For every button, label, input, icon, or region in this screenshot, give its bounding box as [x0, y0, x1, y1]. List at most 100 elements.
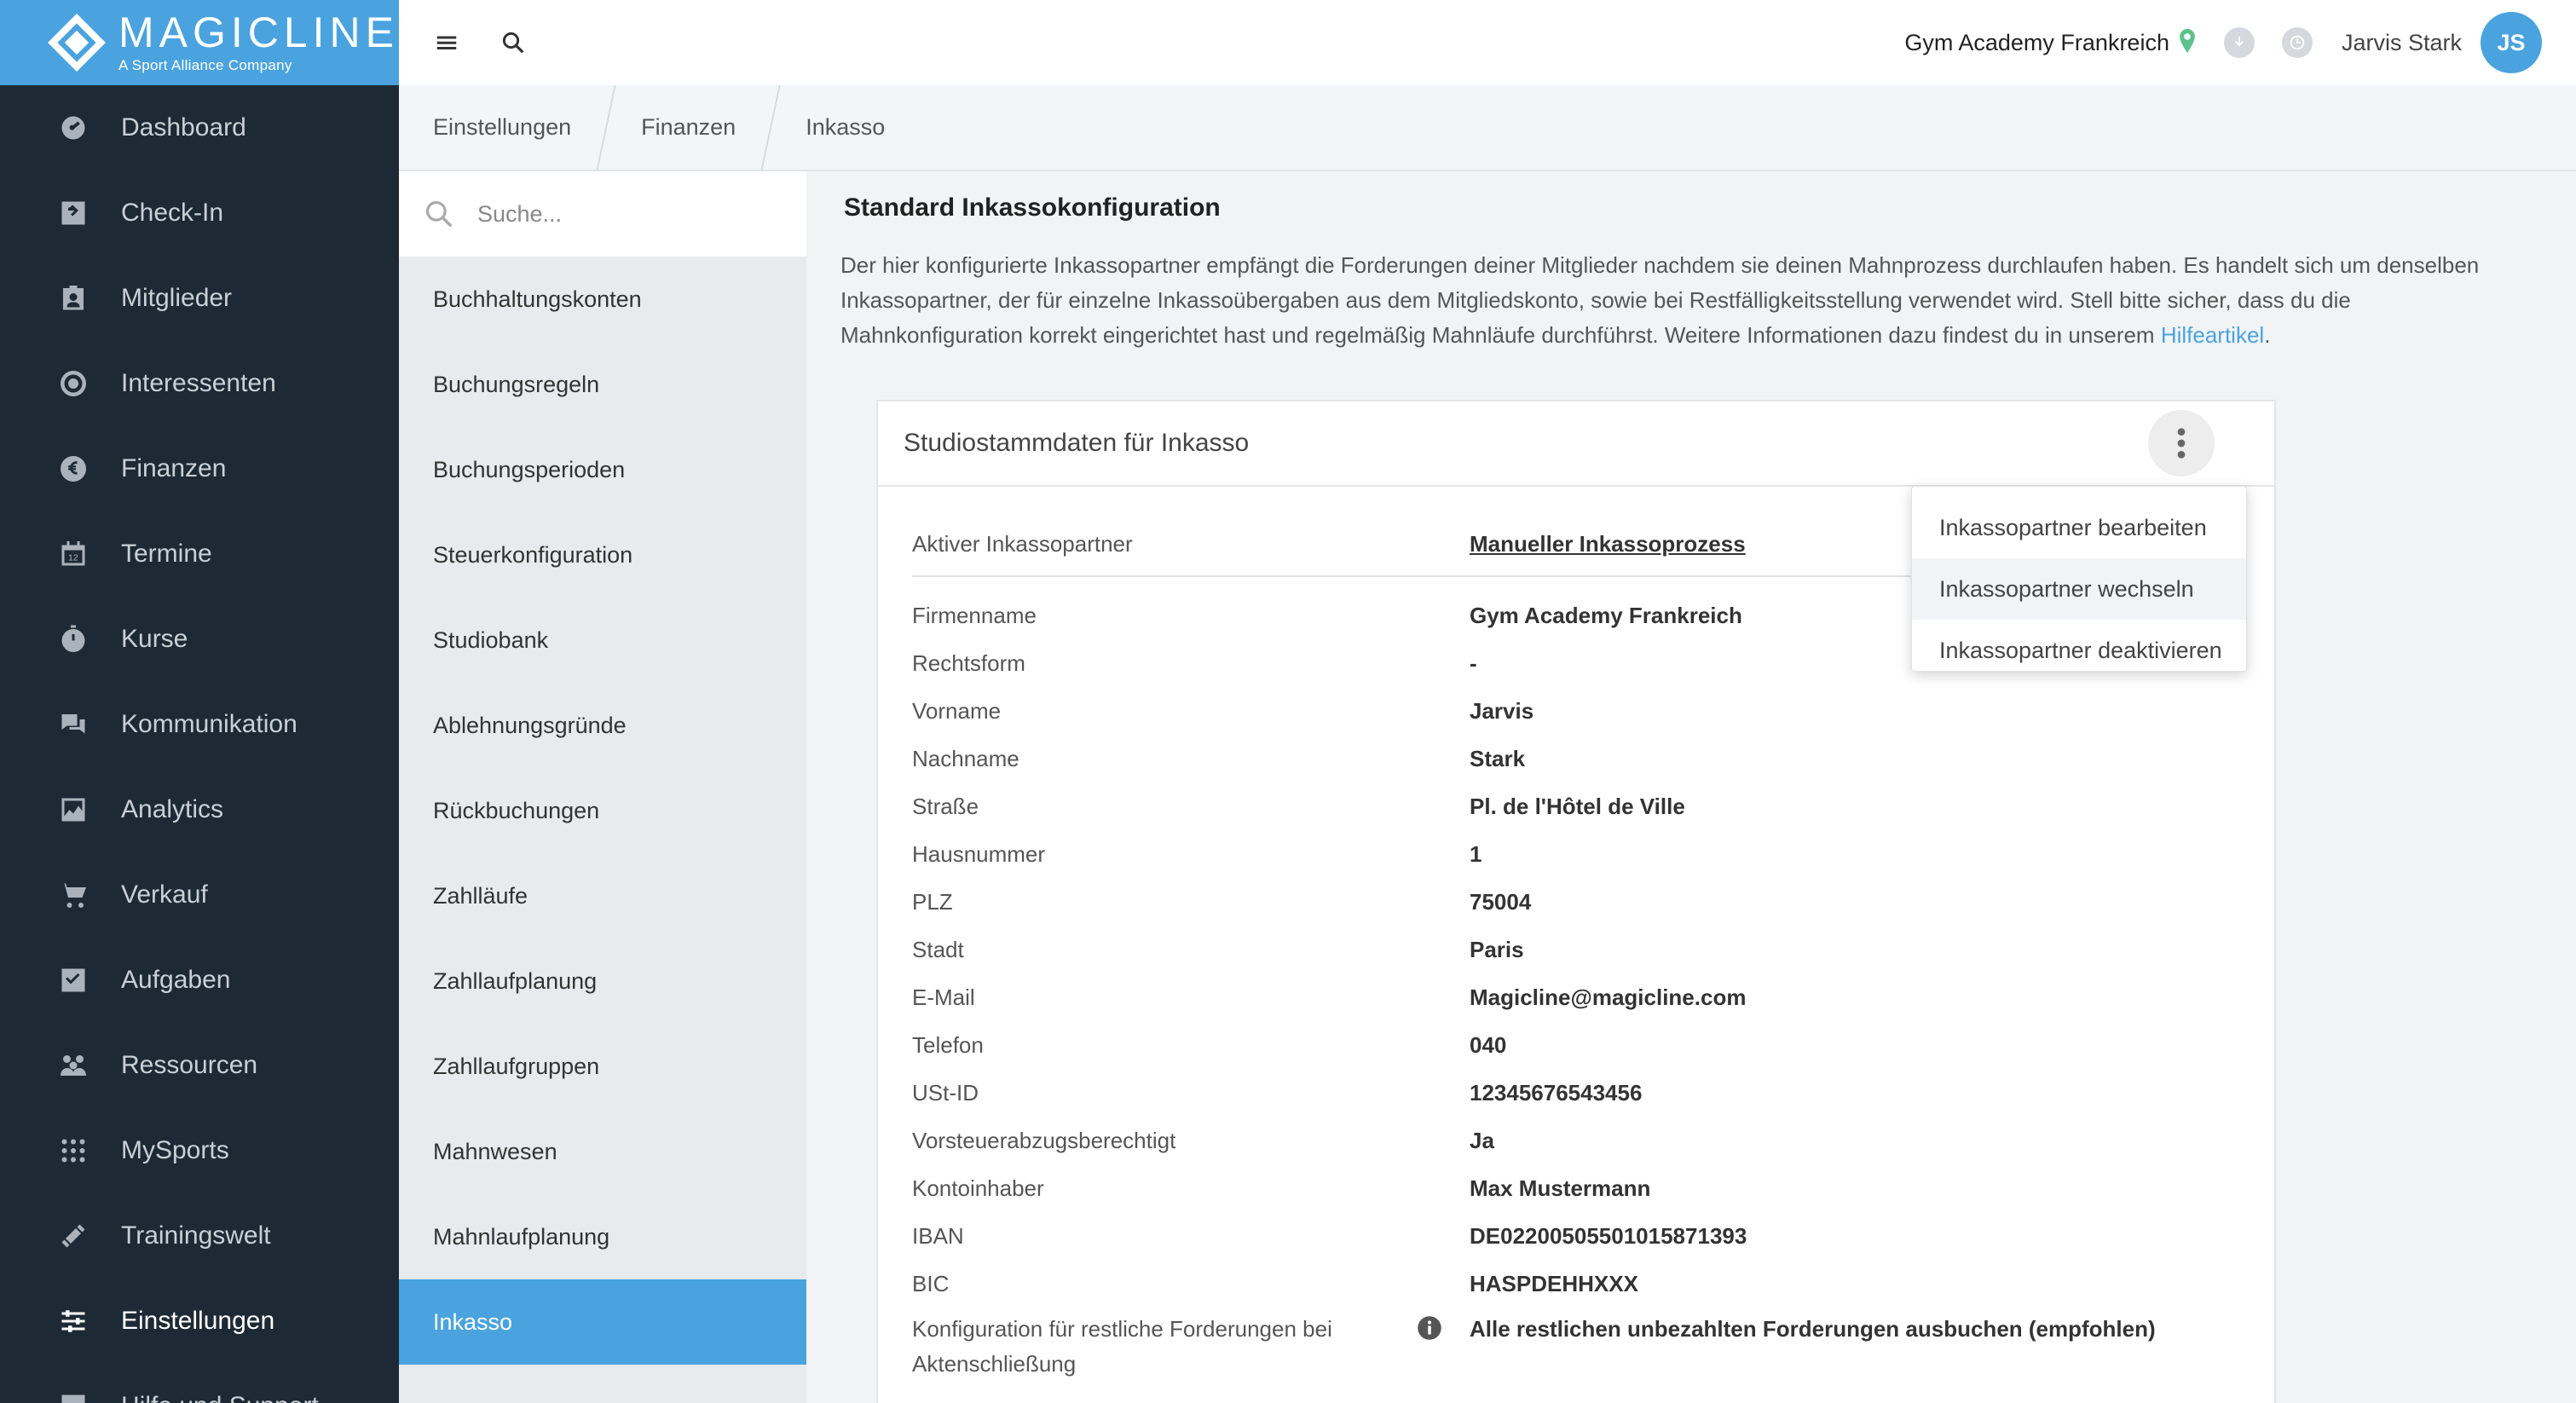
- sidebar-item-label: Termine: [121, 540, 212, 568]
- field-row: Straße Pl. de l'Hôtel de Ville: [912, 785, 2242, 833]
- field-label: Konfiguration für restliche Forderungen …: [912, 1316, 1332, 1377]
- subnav-item-mahnlaufplanung[interactable]: Mahnlaufplanung: [399, 1194, 806, 1279]
- subnav-item-zahllaufgruppen[interactable]: Zahllaufgruppen: [399, 1024, 806, 1109]
- sidebar-item-termine[interactable]: 12 Termine: [0, 511, 399, 597]
- field-label: Stadt: [912, 937, 964, 962]
- subnav-item-studiobank[interactable]: Studiobank: [399, 598, 806, 683]
- subnav-item-buchungsperioden[interactable]: Buchungsperioden: [399, 427, 806, 512]
- sidebar-item-check-in[interactable]: Check-In: [0, 170, 399, 256]
- sidebar-item-label: Trainingswelt: [121, 1221, 271, 1250]
- sidebar-item-analytics[interactable]: Analytics: [0, 767, 399, 852]
- field-value: Max Mustermann: [1470, 1175, 1651, 1201]
- field-label: Hausnummer: [912, 841, 1046, 867]
- sidebar-item-einstellungen[interactable]: Einstellungen: [0, 1279, 399, 1364]
- subnav-item-buchhaltungskonten[interactable]: Buchhaltungskonten: [399, 257, 806, 342]
- avatar[interactable]: JS: [2481, 12, 2542, 73]
- subnav-item-buchungsregeln[interactable]: Buchungsregeln: [399, 342, 806, 427]
- subnav-item-zahllaufplanung[interactable]: Zahllaufplanung: [399, 938, 806, 1024]
- sidebar-item-interessenten[interactable]: Interessenten: [0, 341, 399, 426]
- sidebar-item-label: Aufgaben: [121, 966, 231, 994]
- field-label: Straße: [912, 794, 979, 819]
- field-row: PLZ 75004: [912, 880, 2242, 928]
- sidebar-item-label: Analytics: [121, 795, 224, 823]
- field-label: IBAN: [912, 1223, 964, 1249]
- subnav-item-mahnwesen[interactable]: Mahnwesen: [399, 1109, 806, 1194]
- user-name[interactable]: Jarvis Stark: [2342, 30, 2462, 56]
- field-value: Paris: [1470, 937, 1524, 962]
- sidebar-item-kurse[interactable]: Kurse: [0, 597, 399, 682]
- field-value: 040: [1470, 1032, 1507, 1058]
- sidebar-item-finanzen[interactable]: Finanzen: [0, 426, 399, 511]
- field-value: Alle restlichen unbezahlten Forderungen …: [1470, 1316, 2156, 1342]
- menu-item-edit-partner[interactable]: Inkassopartner bearbeiten: [1912, 497, 2246, 558]
- page-title: Standard Inkassokonfiguration: [844, 193, 1221, 222]
- field-label: BIC: [912, 1271, 950, 1296]
- search-input[interactable]: [477, 200, 784, 228]
- field-label: Vorsteuerabzugsberechtigt: [912, 1128, 1176, 1153]
- sidebar-item-aufgaben[interactable]: Aufgaben: [0, 938, 399, 1023]
- sidebar-item-verkauf[interactable]: Verkauf: [0, 852, 399, 938]
- breadcrumb-einstellungen[interactable]: Einstellungen: [399, 85, 605, 170]
- subnav-item-zahllaeufe[interactable]: Zahlläufe: [399, 853, 806, 938]
- field-label: Rechtsform: [912, 650, 1025, 676]
- sidebar-item-label: Einstellungen: [121, 1307, 275, 1335]
- menu-item-switch-partner[interactable]: Inkassopartner wechseln: [1912, 558, 2246, 620]
- prospects-icon: [56, 367, 90, 401]
- download-icon[interactable]: [2223, 27, 2255, 58]
- field-label: Vorname: [912, 698, 1002, 724]
- field-row: Vorsteuerabzugsberechtigt Ja: [912, 1119, 2242, 1167]
- breadcrumb-inkasso: Inkasso: [806, 114, 886, 140]
- sidebar-item-kommunikation[interactable]: Kommunikation: [0, 682, 399, 767]
- field-row: Stadt Paris: [912, 928, 2242, 976]
- info-icon[interactable]: [1417, 1315, 1442, 1341]
- sidebar-item-mysports[interactable]: MySports: [0, 1108, 399, 1193]
- active-partner-link[interactable]: Manueller Inkassoprozess: [1470, 531, 1746, 557]
- dots-grid-icon: [56, 1134, 90, 1168]
- sidebar-item-dashboard[interactable]: Dashboard: [0, 85, 399, 170]
- field-label: PLZ: [912, 889, 953, 915]
- calendar-icon: 12: [56, 537, 90, 571]
- field-label: Aktiver Inkassopartner: [912, 530, 1133, 557]
- sidebar-item-label: Ressourcen: [121, 1051, 258, 1079]
- main-sidebar: MAGICLINE A Sport Alliance Company Dashb…: [0, 0, 399, 1403]
- field-row: IBAN DE02200505501015871393: [912, 1215, 2242, 1262]
- subnav-search: [399, 171, 806, 257]
- sidebar-item-label: Mitglieder: [121, 284, 233, 312]
- sidebar-item-trainingswelt[interactable]: Trainingswelt: [0, 1193, 399, 1279]
- members-icon: [56, 281, 90, 315]
- chat-icon: [56, 707, 90, 742]
- breadcrumb-finanzen[interactable]: Finanzen: [607, 85, 770, 170]
- more-options-button[interactable]: [2148, 410, 2215, 476]
- sidebar-item-hilfe[interactable]: Hilfe und Support: [0, 1364, 399, 1403]
- field-value: Ja: [1470, 1128, 1494, 1153]
- field-row: Telefon 040: [912, 1024, 2242, 1071]
- search-icon[interactable]: [489, 19, 537, 66]
- dashboard-icon: [56, 111, 90, 145]
- field-label: Telefon: [912, 1032, 984, 1058]
- main-nav: Dashboard Check-In Mitglieder Interessen…: [0, 85, 399, 1403]
- field-value: Stark: [1470, 746, 1526, 771]
- field-value: 12345676543456: [1470, 1080, 1643, 1106]
- field-value: Pl. de l'Hôtel de Ville: [1470, 794, 1685, 819]
- help-article-link[interactable]: Hilfeartikel: [2161, 322, 2264, 348]
- subnav-item-ablehnungsgruende[interactable]: Ablehnungsgründe: [399, 683, 806, 768]
- brand-logo[interactable]: MAGICLINE A Sport Alliance Company: [0, 0, 399, 85]
- menu-item-deactivate-partner[interactable]: Inkassopartner deaktivieren: [1912, 620, 2246, 681]
- field-row: Nachname Stark: [912, 737, 2242, 785]
- clock-icon[interactable]: [2281, 27, 2313, 58]
- hamburger-menu-icon[interactable]: [423, 19, 471, 66]
- field-value: Jarvis: [1470, 698, 1534, 724]
- subnav-item-inkasso[interactable]: Inkasso: [399, 1279, 806, 1365]
- subnav-item-steuerkonfiguration[interactable]: Steuerkonfiguration: [399, 512, 806, 598]
- field-label: USt-ID: [912, 1080, 979, 1106]
- help-icon: [56, 1389, 90, 1403]
- field-value: DE02200505501015871393: [1470, 1223, 1747, 1249]
- sidebar-item-ressourcen[interactable]: Ressourcen: [0, 1023, 399, 1108]
- subnav-item-rueckbuchungen[interactable]: Rückbuchungen: [399, 768, 806, 853]
- top-bar: Gym Academy Frankreich Jarvis Stark JS: [399, 0, 2576, 85]
- studio-selector[interactable]: Gym Academy Frankreich: [1904, 30, 2169, 56]
- field-row: Vorname Jarvis: [912, 690, 2242, 737]
- sidebar-item-mitglieder[interactable]: Mitglieder: [0, 256, 399, 341]
- dumbbell-icon: [56, 1219, 90, 1253]
- field-row: Kontoinhaber Max Mustermann: [912, 1167, 2242, 1215]
